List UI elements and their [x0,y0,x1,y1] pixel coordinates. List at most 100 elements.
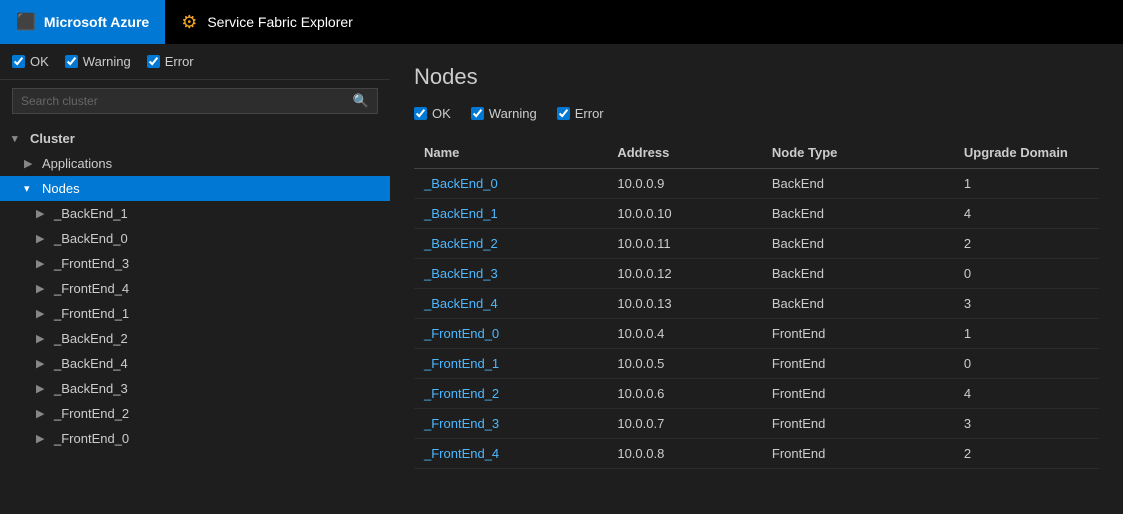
azure-label: Microsoft Azure [44,14,149,30]
node-name-link[interactable]: _BackEnd_1 [424,206,498,221]
sidebar-tree-item[interactable]: ▶Applications [0,151,390,176]
sidebar-tree-item[interactable]: ▾Cluster [0,126,390,151]
cell-upgrade: 4 [954,199,1099,229]
node-name-link[interactable]: _BackEnd_4 [424,296,498,311]
sidebar-filter-bar: OK Warning Error [0,44,390,80]
cell-nodetype: FrontEnd [762,349,954,379]
chevron-icon: ▶ [36,232,50,245]
cell-nodetype: FrontEnd [762,439,954,469]
cell-upgrade: 0 [954,259,1099,289]
chevron-icon: ▶ [36,257,50,270]
table-row: _BackEnd_0 10.0.0.9 BackEnd 1 [414,169,1099,199]
chevron-icon: ▶ [36,207,50,220]
chevron-icon: ▶ [36,332,50,345]
tree-item-label: Cluster [30,131,75,146]
content-filter-ok[interactable]: OK [414,106,451,121]
sidebar-tree: ▾Cluster▶Applications▾Nodes▶_BackEnd_1▶_… [0,122,390,455]
table-row: _FrontEnd_0 10.0.0.4 FrontEnd 1 [414,319,1099,349]
sidebar-filter-ok-checkbox[interactable] [12,55,25,68]
cell-name: _FrontEnd_4 [414,439,607,469]
node-name-link[interactable]: _FrontEnd_4 [424,446,499,461]
table-row: _BackEnd_4 10.0.0.13 BackEnd 3 [414,289,1099,319]
sidebar-filter-ok-label: OK [30,54,49,69]
content-filter-error-label: Error [575,106,604,121]
content-filter-error-checkbox[interactable] [557,107,570,120]
node-name-link[interactable]: _FrontEnd_3 [424,416,499,431]
content-filter-warning-checkbox[interactable] [471,107,484,120]
sidebar-tree-item[interactable]: ▾ Nodes [0,176,390,201]
cell-address: 10.0.0.9 [607,169,762,199]
chevron-icon: ▶ [36,407,50,420]
search-icon[interactable]: 🔍 [353,93,369,109]
cell-address: 10.0.0.12 [607,259,762,289]
tree-item-label: Nodes [42,181,80,196]
cell-nodetype: BackEnd [762,229,954,259]
cell-nodetype: FrontEnd [762,319,954,349]
cell-upgrade: 3 [954,409,1099,439]
cell-nodetype: BackEnd [762,259,954,289]
chevron-icon: ▶ [36,432,50,445]
cell-upgrade: 1 [954,319,1099,349]
table-row: _FrontEnd_1 10.0.0.5 FrontEnd 0 [414,349,1099,379]
table-row: _FrontEnd_4 10.0.0.8 FrontEnd 2 [414,439,1099,469]
sidebar-tree-item[interactable]: ▶_FrontEnd_0 [0,426,390,451]
sidebar-tree-item[interactable]: ▶ _BackEnd_2 [0,326,390,351]
tree-item-label: _BackEnd_0 [54,231,128,246]
node-name-link[interactable]: _BackEnd_3 [424,266,498,281]
sidebar-filter-warning[interactable]: Warning [65,54,131,69]
cell-address: 10.0.0.11 [607,229,762,259]
tree-item-label: _BackEnd_4 [54,356,128,371]
table-row: _FrontEnd_2 10.0.0.6 FrontEnd 4 [414,379,1099,409]
node-name-link[interactable]: _FrontEnd_1 [424,356,499,371]
table-header-row: Name Address Node Type Upgrade Domain [414,137,1099,169]
sidebar-tree-item[interactable]: ▶_FrontEnd_4 [0,276,390,301]
col-header-nodetype: Node Type [762,137,954,169]
cell-upgrade: 3 [954,289,1099,319]
content-filter-ok-label: OK [432,106,451,121]
content-filter-ok-checkbox[interactable] [414,107,427,120]
table-row: _BackEnd_1 10.0.0.10 BackEnd 4 [414,199,1099,229]
sidebar-tree-item[interactable]: ▶ _BackEnd_0 [0,226,390,251]
tree-item-label: Applications [42,156,112,171]
sidebar-tree-item[interactable]: ▶_BackEnd_4 [0,351,390,376]
content-filter-error[interactable]: Error [557,106,604,121]
sidebar-tree-item[interactable]: ▶_FrontEnd_3 [0,251,390,276]
content-area: Nodes OK Warning Error Name Address [390,44,1123,514]
cell-name: _FrontEnd_1 [414,349,607,379]
sidebar-tree-item[interactable]: ▶_FrontEnd_2 [0,401,390,426]
cell-nodetype: FrontEnd [762,409,954,439]
cell-upgrade: 2 [954,229,1099,259]
chevron-icon: ▶ [36,382,50,395]
cell-nodetype: BackEnd [762,169,954,199]
sidebar-filter-error-checkbox[interactable] [147,55,160,68]
chevron-icon: ▾ [24,182,38,195]
node-name-link[interactable]: _BackEnd_0 [424,176,498,191]
cell-address: 10.0.0.5 [607,349,762,379]
tree-item-label: _BackEnd_2 [54,331,128,346]
app-title: Service Fabric Explorer [207,14,353,30]
cell-address: 10.0.0.8 [607,439,762,469]
cell-nodetype: BackEnd [762,289,954,319]
content-filter-warning[interactable]: Warning [471,106,537,121]
sidebar-filter-error[interactable]: Error [147,54,194,69]
cell-name: _FrontEnd_3 [414,409,607,439]
sidebar-tree-item[interactable]: ▶_BackEnd_1 [0,201,390,226]
app-header: ⬛ Microsoft Azure ⚙ Service Fabric Explo… [0,0,1123,44]
table-row: _BackEnd_2 10.0.0.11 BackEnd 2 [414,229,1099,259]
cell-name: _FrontEnd_0 [414,319,607,349]
sidebar-tree-item[interactable]: ▶_BackEnd_3 [0,376,390,401]
node-name-link[interactable]: _FrontEnd_2 [424,386,499,401]
gear-icon: ⚙ [181,12,197,33]
azure-icon: ⬛ [16,12,36,32]
node-name-link[interactable]: _FrontEnd_0 [424,326,499,341]
node-name-link[interactable]: _BackEnd_2 [424,236,498,251]
content-filter-warning-label: Warning [489,106,537,121]
sidebar-filter-ok[interactable]: OK [12,54,49,69]
app-title-bar: ⚙ Service Fabric Explorer [165,12,369,33]
nodes-table: Name Address Node Type Upgrade Domain _B… [414,137,1099,469]
sidebar-filter-warning-checkbox[interactable] [65,55,78,68]
sidebar-tree-item[interactable]: ▶_FrontEnd_1 [0,301,390,326]
main-layout: OK Warning Error 🔍 ▾Cluster▶Applications… [0,44,1123,514]
search-input[interactable] [21,94,353,108]
cell-name: _BackEnd_2 [414,229,607,259]
